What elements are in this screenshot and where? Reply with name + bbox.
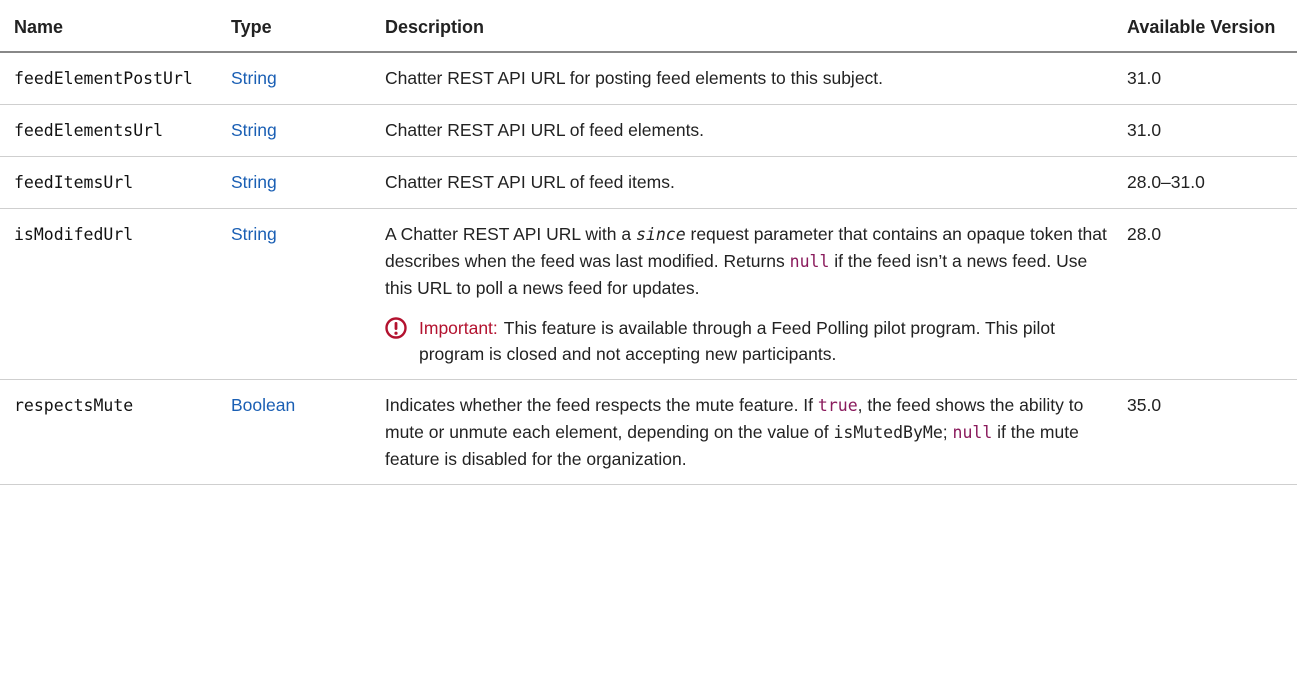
column-header-version: Available Version <box>1121 0 1297 53</box>
table-row: feedElementsUrl String Chatter REST API … <box>0 104 1297 157</box>
type-link[interactable]: String <box>231 120 277 140</box>
type-link[interactable]: Boolean <box>231 395 295 415</box>
table-row: isModifedUrl String A Chatter REST API U… <box>0 208 1297 380</box>
version-text: 35.0 <box>1127 395 1162 415</box>
important-note-text: This feature is available through a Feed… <box>419 318 1056 364</box>
type-cell: String <box>217 52 371 105</box>
table-row: respectsMute Boolean Indicates whether t… <box>0 379 1297 485</box>
description-text: Chatter REST API URL of feed items. <box>385 172 675 192</box>
important-note: Important: This feature is available thro… <box>385 315 1111 367</box>
description-cell: Chatter REST API URL of feed items. <box>371 156 1121 209</box>
table-row: feedItemsUrl String Chatter REST API URL… <box>0 156 1297 209</box>
description-cell: Chatter REST API URL for posting feed el… <box>371 52 1121 105</box>
type-cell: String <box>217 104 371 157</box>
version-text: 31.0 <box>1127 68 1162 88</box>
property-name-cell: feedElementPostUrl <box>0 52 217 105</box>
version-text: 28.0 <box>1127 224 1162 244</box>
inline-code-true: true <box>817 396 858 415</box>
header-row: Name Type Description Available Version <box>0 0 1297 53</box>
table-header: Name Type Description Available Version <box>0 0 1297 53</box>
property-name-cell: feedItemsUrl <box>0 156 217 209</box>
important-icon <box>385 317 407 339</box>
property-name: isModifedUrl <box>14 225 134 244</box>
version-cell: 31.0 <box>1121 104 1297 157</box>
property-name: feedElementsUrl <box>14 121 164 140</box>
description-text: Chatter REST API URL for posting feed el… <box>385 68 884 88</box>
description-segment: Indicates whether the feed respects the … <box>385 395 818 415</box>
description-text: A Chatter REST API URL with a since requ… <box>385 221 1111 301</box>
description-text: Chatter REST API URL of feed elements. <box>385 120 705 140</box>
version-text: 31.0 <box>1127 120 1162 140</box>
description-segment: ; <box>942 422 953 442</box>
version-text: 28.0–31.0 <box>1127 172 1205 192</box>
property-name: feedElementPostUrl <box>14 69 193 88</box>
property-name: feedItemsUrl <box>14 173 134 192</box>
version-cell: 31.0 <box>1121 52 1297 105</box>
inline-code-since: since <box>635 225 686 244</box>
property-name-cell: isModifedUrl <box>0 208 217 380</box>
api-properties-table: Name Type Description Available Version … <box>0 0 1297 485</box>
column-header-description: Description <box>371 0 1121 53</box>
inline-code-null: null <box>952 423 993 442</box>
type-cell: String <box>217 208 371 380</box>
type-link[interactable]: String <box>231 224 277 244</box>
important-note-body: Important: This feature is available thro… <box>419 315 1111 367</box>
description-text: Indicates whether the feed respects the … <box>385 392 1111 472</box>
description-cell: Chatter REST API URL of feed elements. <box>371 104 1121 157</box>
property-name-cell: feedElementsUrl <box>0 104 217 157</box>
type-cell: Boolean <box>217 379 371 485</box>
column-header-name: Name <box>0 0 217 53</box>
column-header-type: Type <box>217 0 371 53</box>
property-name-cell: respectsMute <box>0 379 217 485</box>
table-body: feedElementPostUrl String Chatter REST A… <box>0 52 1297 485</box>
description-segment: A Chatter REST API URL with a <box>385 224 636 244</box>
type-link[interactable]: String <box>231 68 277 88</box>
inline-code-null: null <box>789 252 830 271</box>
version-cell: 35.0 <box>1121 379 1297 485</box>
property-name: respectsMute <box>14 396 134 415</box>
description-cell: Indicates whether the feed respects the … <box>371 379 1121 485</box>
table-row: feedElementPostUrl String Chatter REST A… <box>0 52 1297 105</box>
version-cell: 28.0 <box>1121 208 1297 380</box>
inline-code-ismutedbyme: isMutedByMe <box>833 423 943 442</box>
type-cell: String <box>217 156 371 209</box>
description-cell: A Chatter REST API URL with a since requ… <box>371 208 1121 380</box>
important-label: Important: <box>419 318 498 338</box>
type-link[interactable]: String <box>231 172 277 192</box>
version-cell: 28.0–31.0 <box>1121 156 1297 209</box>
